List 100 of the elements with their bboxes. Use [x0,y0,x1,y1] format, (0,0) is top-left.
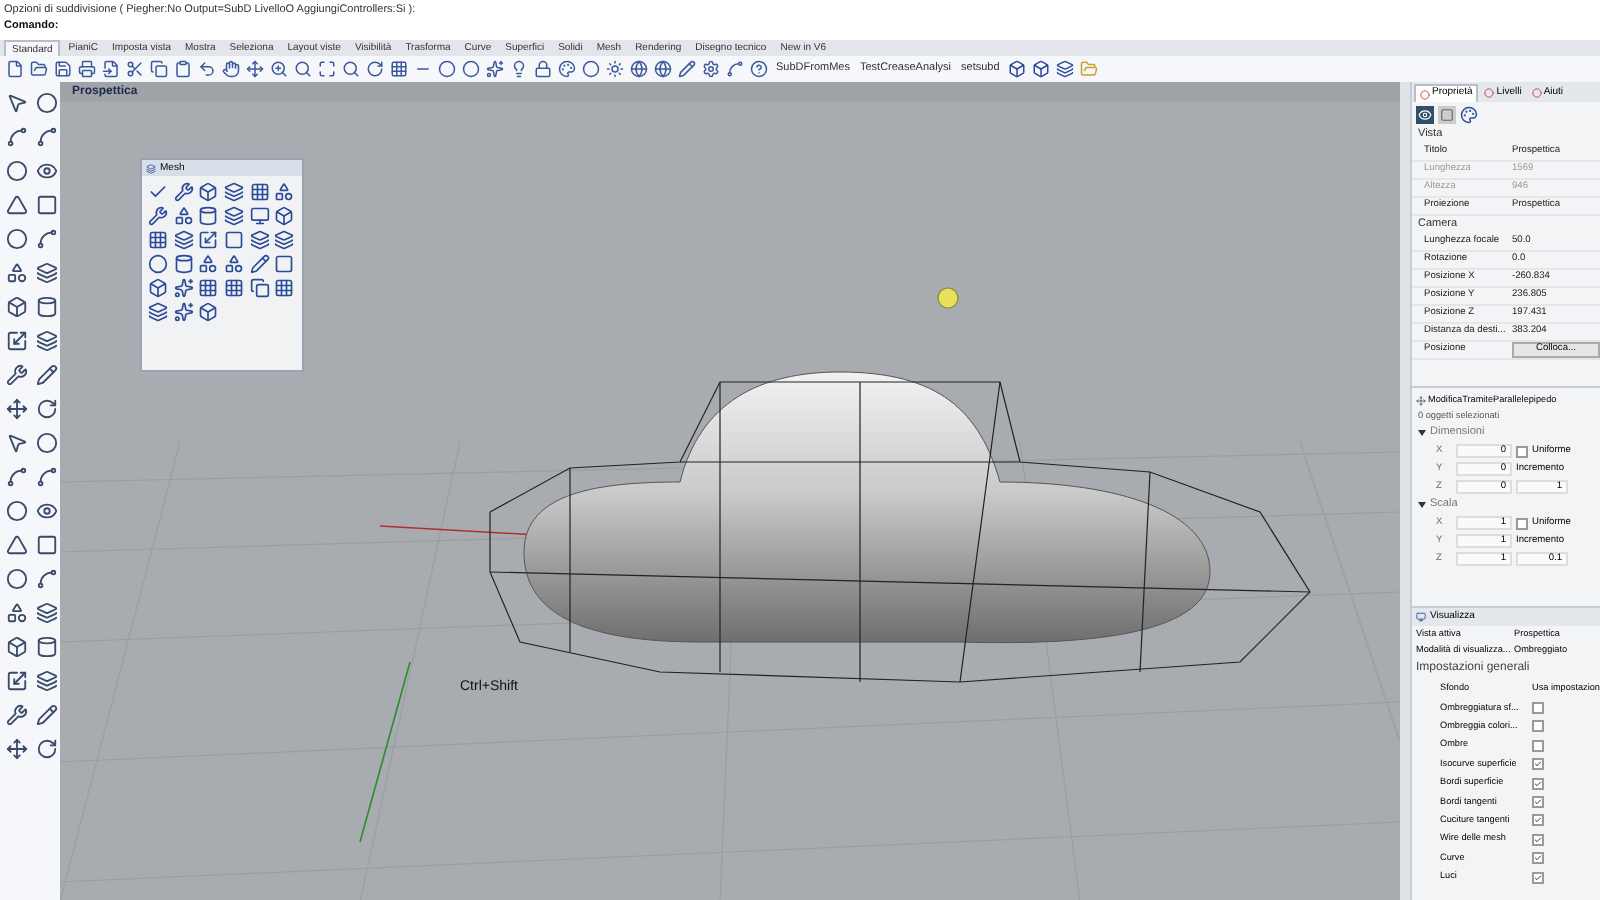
lock-icon[interactable] [534,60,552,78]
checkbox[interactable] [1532,833,1544,846]
box-icon[interactable] [148,278,168,298]
pencil-icon[interactable] [249,254,270,274]
cube-icon[interactable] [1031,60,1050,78]
monitor-icon[interactable] [249,206,270,226]
wrench-icon[interactable] [6,364,28,386]
checkbox[interactable] [1532,814,1544,827]
move-icon[interactable] [6,398,28,420]
wrench-icon[interactable] [148,206,168,226]
palette-icon[interactable] [558,60,576,78]
sparkle-icon[interactable] [173,302,194,322]
scale-icon[interactable] [6,670,28,692]
layers-icon[interactable] [148,302,168,322]
circle-icon[interactable] [462,60,480,78]
rotate-icon[interactable] [35,738,57,760]
scissors-icon[interactable] [126,60,144,78]
cube-icon[interactable] [1007,60,1026,78]
grid-icon[interactable] [390,60,408,78]
folder-icon[interactable] [30,60,48,78]
checkbox[interactable] [1516,445,1528,457]
save-icon[interactable] [54,60,72,78]
check-icon[interactable] [148,182,168,202]
rotate-icon[interactable] [35,398,57,420]
lightbulb-icon[interactable] [510,60,528,78]
cylinder-icon[interactable] [35,296,57,318]
box-icon[interactable] [198,302,219,322]
checkbox[interactable] [1532,871,1544,884]
checkbox[interactable] [1532,702,1544,715]
checkbox[interactable] [1532,796,1544,809]
settings-icon[interactable] [702,60,720,78]
layers-icon[interactable] [35,670,57,692]
cylinder-icon[interactable] [198,206,219,226]
wrench-icon[interactable] [173,182,194,202]
curve-icon[interactable] [35,466,57,488]
circle-icon[interactable] [438,60,456,78]
pencil-icon[interactable] [35,364,57,386]
checkbox[interactable] [1532,720,1544,733]
pencil-icon[interactable] [35,704,57,726]
wrench-icon[interactable] [6,704,28,726]
box-icon[interactable] [274,206,295,226]
globe-icon[interactable] [654,60,672,78]
search-icon[interactable] [294,60,312,78]
layers-icon[interactable] [35,262,57,284]
layers-icon[interactable] [1055,60,1074,78]
layers-icon[interactable] [224,182,244,202]
sun-icon[interactable] [606,60,624,78]
curve-icon[interactable] [726,60,744,78]
curve-icon[interactable] [35,568,57,590]
hand-icon[interactable] [222,60,240,78]
scale-icon[interactable] [198,230,219,250]
circle-icon[interactable] [6,160,28,182]
checkbox[interactable] [1532,852,1544,865]
layers-icon[interactable] [224,206,244,226]
copy-icon[interactable] [150,60,168,78]
sparkle-icon[interactable] [173,278,194,298]
layers-icon[interactable] [274,230,295,250]
grid-icon[interactable] [224,278,244,298]
circle-icon[interactable] [6,500,28,522]
checkbox[interactable] [1532,739,1544,752]
curve-icon[interactable] [35,228,57,250]
checkbox[interactable] [1532,777,1544,790]
palette-icon[interactable] [1460,106,1478,124]
shapes-icon[interactable] [224,254,244,274]
printer-icon[interactable] [78,60,96,78]
pointer-icon[interactable] [6,432,28,454]
copy-icon[interactable] [249,278,270,298]
camera-icon[interactable] [1416,106,1434,124]
maximize-icon[interactable] [318,60,336,78]
rectangle-icon[interactable] [35,534,57,556]
pointer-icon[interactable] [6,92,28,114]
cylinder-icon[interactable] [173,254,194,274]
grid-icon[interactable] [198,278,219,298]
rectangle-icon[interactable] [35,194,57,216]
sparkle-icon[interactable] [486,60,504,78]
globe-icon[interactable] [630,60,648,78]
search-icon[interactable] [342,60,360,78]
circle-icon[interactable] [148,254,168,274]
polyline-icon[interactable] [6,466,28,488]
move-icon[interactable] [6,738,28,760]
polyline-icon[interactable] [6,126,28,148]
zoom-icon[interactable] [270,60,288,78]
layers-icon[interactable] [35,330,57,352]
box-icon[interactable] [6,296,28,318]
circle-icon[interactable] [6,568,28,590]
help-icon[interactable] [750,60,768,78]
clipboard-icon[interactable] [174,60,192,78]
rotate-icon[interactable] [366,60,384,78]
shapes-icon[interactable] [274,182,295,202]
shapes-icon[interactable] [173,206,194,226]
square-icon[interactable] [274,254,295,274]
scale-icon[interactable] [6,330,28,352]
layers-icon[interactable] [35,602,57,624]
layers-icon[interactable] [249,230,270,250]
move-icon[interactable] [246,60,264,78]
polygon-icon[interactable] [6,534,28,556]
square-icon[interactable] [224,230,244,250]
grid-icon[interactable] [148,230,168,250]
box-icon[interactable] [198,182,219,202]
pencil-icon[interactable] [678,60,696,78]
